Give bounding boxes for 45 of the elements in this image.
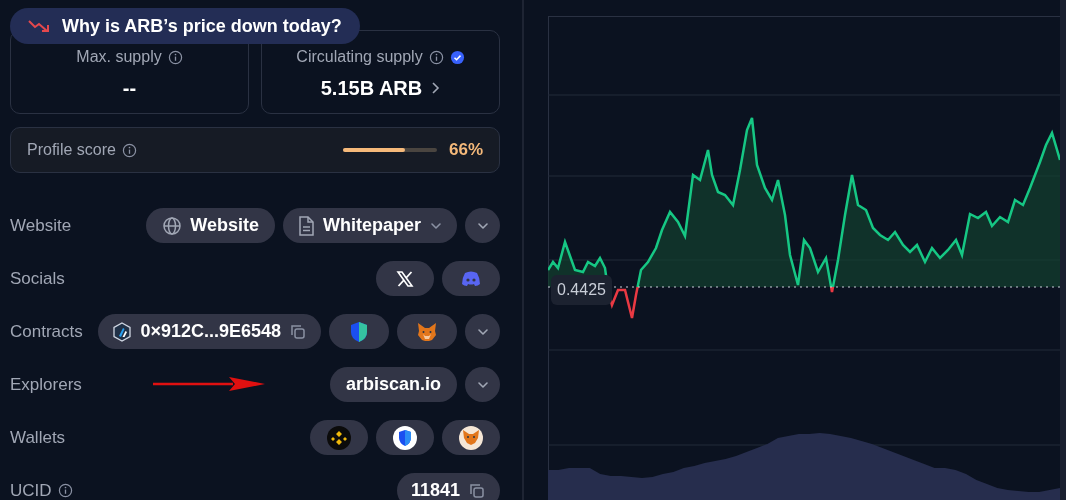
row-label: Website bbox=[10, 214, 72, 237]
fox-icon bbox=[416, 321, 438, 342]
row-label: Contracts bbox=[10, 320, 83, 343]
expand-button[interactable] bbox=[465, 367, 500, 402]
copy-icon bbox=[289, 322, 307, 341]
wallet-button[interactable] bbox=[376, 420, 434, 455]
expand-button[interactable] bbox=[465, 208, 500, 243]
expand-button[interactable] bbox=[465, 314, 500, 349]
shield-icon bbox=[393, 425, 417, 450]
info-icon bbox=[428, 49, 444, 65]
fox-icon bbox=[459, 425, 483, 450]
document-icon bbox=[297, 215, 315, 236]
hexagon-logo-icon bbox=[112, 321, 133, 342]
shield-icon bbox=[349, 320, 369, 343]
x-logo-icon bbox=[396, 269, 414, 288]
wallet-button[interactable] bbox=[442, 420, 500, 455]
discord-button[interactable] bbox=[442, 261, 500, 296]
discord-icon bbox=[461, 270, 481, 287]
row-label: Explorers bbox=[10, 373, 82, 396]
price-label: 0.4425 bbox=[551, 275, 612, 305]
chevron-right-icon[interactable] bbox=[430, 81, 441, 95]
row-label: UCID bbox=[10, 479, 52, 500]
x-social-button[interactable] bbox=[376, 261, 434, 296]
ucid-copy-button[interactable]: 11841 bbox=[396, 473, 500, 500]
stat-label: Circulating supply bbox=[296, 47, 423, 67]
profile-score-label: Profile score bbox=[27, 140, 116, 160]
fox-wallet-button[interactable] bbox=[397, 314, 457, 349]
row-label: Wallets bbox=[10, 426, 66, 449]
shield-wallet-button[interactable] bbox=[329, 314, 389, 349]
trend-down-icon bbox=[28, 19, 50, 33]
globe-icon bbox=[162, 215, 183, 236]
website-button[interactable]: Website bbox=[146, 208, 275, 243]
profile-score-value: 66% bbox=[448, 139, 483, 162]
row-label: Socials bbox=[10, 267, 65, 290]
copy-icon bbox=[468, 481, 486, 500]
stat-value: -- bbox=[122, 76, 137, 101]
info-icon bbox=[167, 49, 183, 65]
price-question-button[interactable]: Why is ARB’s price down today? bbox=[10, 8, 360, 44]
stat-label: Max. supply bbox=[76, 47, 162, 67]
explorer-link-button[interactable]: arbiscan.io bbox=[329, 367, 457, 402]
diamond-logo-icon bbox=[327, 425, 351, 450]
stat-value: 5.15B ARB bbox=[320, 76, 423, 101]
info-icon bbox=[121, 142, 137, 158]
whitepaper-dropdown[interactable]: Whitepaper bbox=[283, 208, 457, 243]
contract-address-button[interactable]: 0×912C...9E6548 bbox=[98, 314, 321, 349]
